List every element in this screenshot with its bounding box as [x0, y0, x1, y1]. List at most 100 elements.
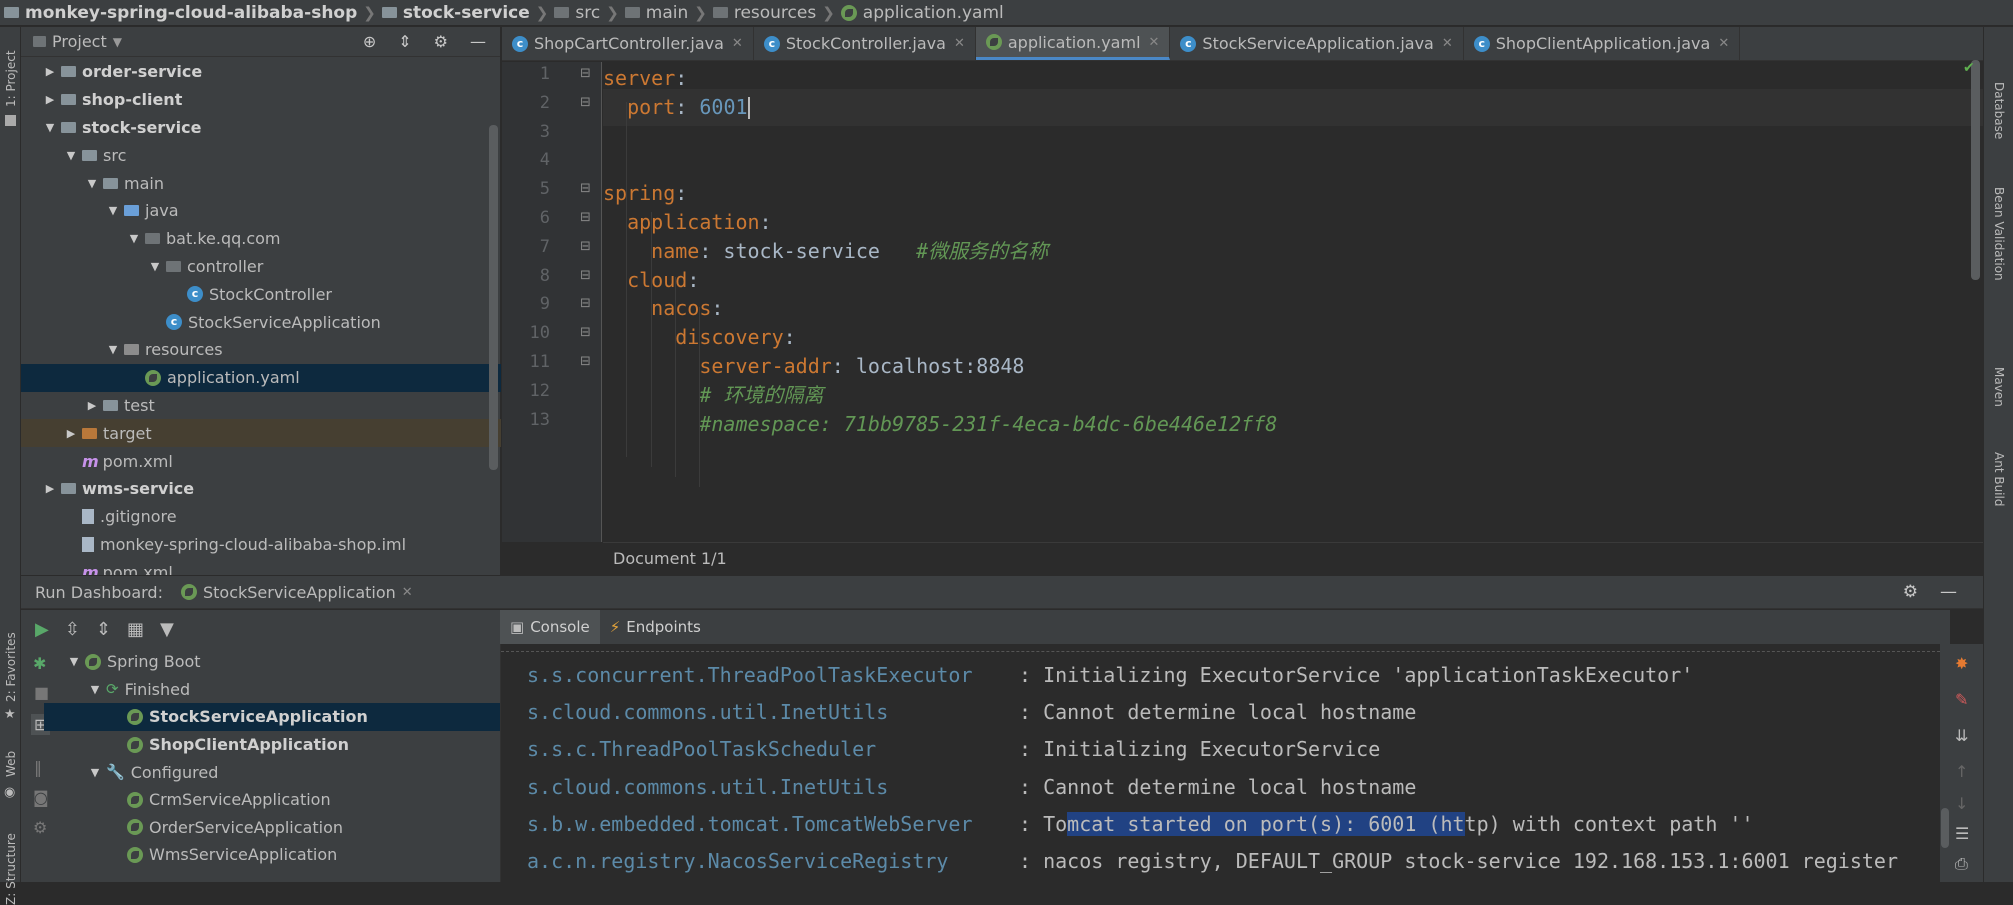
fold-marker-icon[interactable]: ⊟ — [580, 181, 591, 196]
fold-marker-icon[interactable]: ⊟ — [580, 210, 591, 225]
run-tree-item[interactable]: StockServiceApplication — [44, 703, 500, 731]
camera-icon[interactable]: ◙ — [33, 788, 49, 807]
console-output[interactable]: s.s.concurrent.ThreadPoolTaskExecutor: I… — [500, 644, 1940, 882]
project-view-selector[interactable]: Project — [52, 32, 107, 51]
gear-icon[interactable]: ⚙ — [1903, 582, 1918, 602]
arrow-up-icon[interactable]: ↑ — [1955, 762, 1968, 781]
tree-item[interactable]: application.yaml — [21, 363, 501, 392]
tree-item[interactable]: ▼ controller — [21, 253, 501, 281]
code-line[interactable]: #namespace: 71bb9785-231f-4eca-b4dc-6be4… — [603, 406, 1983, 443]
tree-item[interactable]: c StockServiceApplication — [21, 308, 501, 336]
fold-marker-icon[interactable]: ⊟ — [580, 66, 591, 81]
tree-item[interactable]: ▼ main — [21, 169, 501, 197]
print-icon[interactable]: ⎙ — [1955, 854, 1968, 874]
collapsed-arrow-icon[interactable]: ▶ — [64, 427, 78, 440]
fold-marker-icon[interactable]: ⊟ — [580, 268, 591, 283]
expanded-arrow-icon[interactable]: ▼ — [88, 766, 102, 779]
expanded-arrow-icon[interactable]: ▼ — [67, 655, 81, 668]
close-icon[interactable]: ✕ — [1718, 36, 1729, 51]
tree-item[interactable]: ▶ wms-service — [21, 475, 501, 503]
hide-panel-icon[interactable]: — — [1940, 582, 1957, 602]
breadcrumb-item[interactable]: main — [624, 3, 688, 23]
soft-wrap-icon[interactable]: ☰ — [1955, 824, 1969, 843]
tree-item[interactable]: ▶ test — [21, 392, 501, 420]
arrow-down-icon[interactable]: ↓ — [1955, 794, 1968, 813]
bean-validation-tool-button[interactable]: Bean Validation — [1992, 187, 2006, 281]
expand-all-icon[interactable]: ⇳ — [65, 619, 80, 640]
expanded-arrow-icon[interactable]: ▼ — [127, 232, 141, 245]
breadcrumb-item[interactable]: src — [554, 3, 600, 23]
close-icon[interactable]: ✕ — [954, 36, 965, 51]
project-tree-scrollbar[interactable] — [489, 125, 498, 470]
debug-icon[interactable]: ✱ — [33, 654, 46, 673]
close-icon[interactable]: ✕ — [732, 36, 743, 51]
editor-tab[interactable]: c ShopClientApplication.java ✕ — [1464, 27, 1741, 60]
breadcrumb-item[interactable]: resources — [712, 3, 816, 23]
structure-tool-button[interactable]: Z: Structure — [4, 833, 18, 905]
tree-item[interactable]: ▼ bat.ke.qq.com — [21, 225, 501, 253]
run-tree-item[interactable]: ▼ ⟳ Finished — [63, 676, 500, 704]
code-editor[interactable]: server: port: 6001 spring: application: n… — [603, 62, 1983, 542]
tree-item[interactable]: ▶ order-service — [21, 58, 501, 86]
project-tool-button[interactable]: 1: Project — [4, 50, 18, 107]
tree-item[interactable]: m pom.xml — [21, 447, 501, 475]
expanded-arrow-icon[interactable]: ▼ — [64, 149, 78, 162]
expanded-arrow-icon[interactable]: ▼ — [106, 343, 120, 356]
breadcrumb-item[interactable]: application.yaml — [840, 3, 1004, 23]
alert-icon[interactable]: ✸ — [1955, 654, 1968, 673]
run-tree-item[interactable]: ▼ 🔧 Configured — [63, 758, 500, 786]
tree-item[interactable]: c StockController — [21, 280, 501, 308]
expanded-arrow-icon[interactable]: ▼ — [148, 260, 162, 273]
console-tab[interactable]: ▣ Console — [500, 610, 600, 644]
collapse-all-icon[interactable]: ⇕ — [398, 32, 411, 51]
run-tree-item[interactable]: WmsServiceApplication — [63, 841, 500, 869]
favorites-tool-button[interactable]: 2: Favorites — [4, 632, 18, 702]
editor-tab[interactable]: c StockServiceApplication.java ✕ — [1170, 27, 1464, 60]
ant-build-tool-button[interactable]: Ant Build — [1992, 452, 2006, 506]
run-tree-item[interactable]: CrmServiceApplication — [63, 786, 500, 814]
fold-marker-icon[interactable]: ⊟ — [580, 354, 591, 369]
run-dashboard-tab[interactable]: StockServiceApplication ✕ — [180, 583, 413, 602]
expanded-arrow-icon[interactable]: ▼ — [88, 683, 102, 696]
tree-item[interactable]: monkey-spring-cloud-alibaba-shop.iml — [21, 531, 501, 559]
tree-item[interactable]: ▼ java — [21, 197, 501, 225]
run-icon[interactable]: ▶ — [35, 619, 49, 640]
clear-icon[interactable]: ✎ — [1955, 690, 1968, 709]
editor-tab[interactable]: application.yaml ✕ — [975, 27, 1171, 60]
close-icon[interactable]: ✕ — [1149, 35, 1160, 50]
editor-tab[interactable]: c StockController.java ✕ — [754, 27, 976, 60]
console-scrollbar[interactable] — [1941, 808, 1949, 848]
fold-marker-icon[interactable]: ⊟ — [580, 239, 591, 254]
console-tab[interactable]: ⚡ Endpoints — [600, 610, 711, 644]
collapse-all-icon[interactable]: ⇕ — [96, 619, 111, 640]
fold-marker-icon[interactable]: ⊟ — [580, 95, 591, 110]
tree-item[interactable]: ▼ resources — [21, 336, 501, 364]
editor-scrollbar[interactable] — [1971, 60, 1980, 280]
collapsed-arrow-icon[interactable]: ▶ — [43, 65, 57, 78]
editor-tab[interactable]: c ShopCartController.java ✕ — [502, 27, 754, 60]
fold-marker-icon[interactable]: ⊟ — [580, 296, 591, 311]
tree-item[interactable]: .gitignore — [21, 503, 501, 531]
group-by-icon[interactable]: ▦ — [127, 619, 144, 640]
tree-item[interactable]: ▼ stock-service — [21, 114, 501, 142]
collapsed-arrow-icon[interactable]: ▶ — [43, 482, 57, 495]
tree-item[interactable]: ▶ shop-client — [21, 86, 501, 114]
breadcrumb-item[interactable]: stock-service — [381, 3, 530, 23]
run-tree-item[interactable]: OrderServiceApplication — [63, 814, 500, 842]
gear-icon[interactable]: ⚙ — [434, 32, 448, 51]
filter-icon[interactable]: ▼ — [160, 619, 174, 640]
scroll-from-source-icon[interactable]: ⊕ — [363, 32, 376, 51]
fold-marker-icon[interactable]: ⊟ — [580, 325, 591, 340]
run-tree-item[interactable]: ShopClientApplication — [63, 731, 500, 759]
expanded-arrow-icon[interactable]: ▼ — [106, 204, 120, 217]
tree-item[interactable]: ▶ target — [21, 419, 501, 448]
collapsed-arrow-icon[interactable]: ▶ — [43, 93, 57, 106]
breadcrumb-item[interactable]: monkey-spring-cloud-alibaba-shop — [4, 3, 357, 23]
collapsed-arrow-icon[interactable]: ▶ — [85, 399, 99, 412]
chevron-down-icon[interactable]: ▼ — [113, 35, 122, 49]
database-tool-button[interactable]: Database — [1992, 82, 2006, 139]
pause-icon[interactable]: ‖ — [34, 758, 42, 777]
expanded-arrow-icon[interactable]: ▼ — [85, 177, 99, 190]
scroll-to-end-icon[interactable]: ⇊ — [1955, 726, 1968, 745]
expanded-arrow-icon[interactable]: ▼ — [43, 121, 57, 134]
